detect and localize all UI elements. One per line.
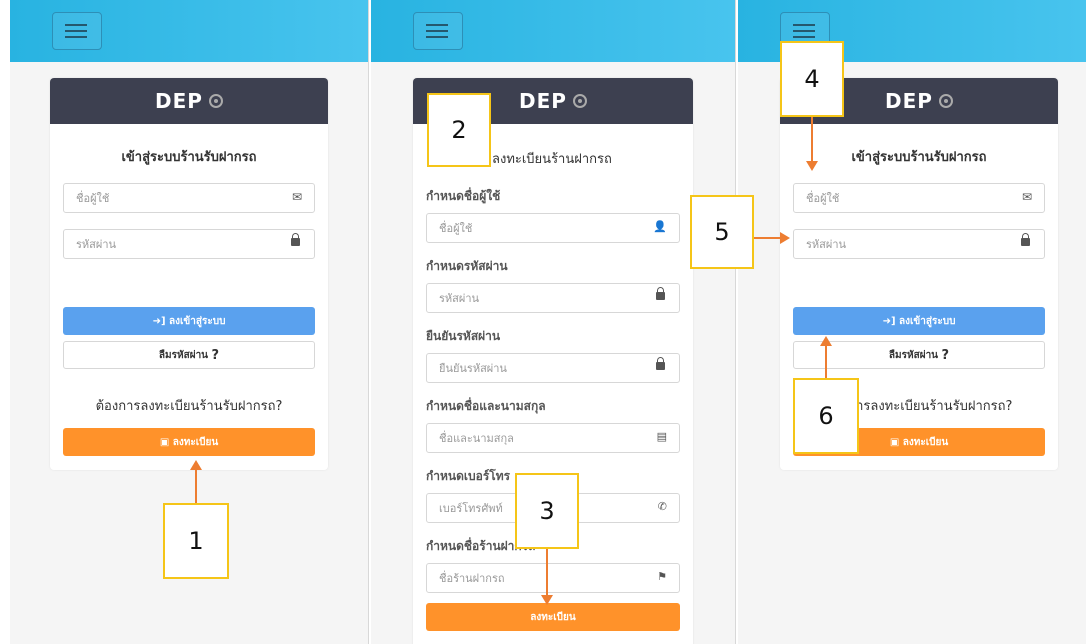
menu-toggle-button[interactable]	[413, 12, 463, 50]
login-title: เข้าสู่ระบบร้านรับฝากรถ	[851, 150, 987, 165]
register-field-input[interactable]: ชื่อร้านฝากรถ ⚑	[426, 563, 680, 593]
top-navbar	[10, 0, 368, 62]
username-input[interactable]: ชื่อผู้ใช้ ✉	[63, 183, 315, 213]
arrow-4-head	[806, 161, 818, 171]
forgot-password-button[interactable]: ลืมรหัสผ่าน ?	[63, 341, 315, 369]
password-input[interactable]: รหัสผ่าน	[793, 229, 1045, 259]
callout-5: 5	[690, 195, 754, 269]
sign-in-icon: ➜]	[882, 315, 899, 327]
question-icon: ?	[211, 347, 220, 363]
register-submit-button[interactable]: ลงทะเบียน	[426, 603, 680, 631]
brand-logo: DEP	[885, 89, 953, 113]
register-field-input[interactable]: ชื่อและนามสกุล ▤	[426, 423, 680, 453]
callout-6: 6	[793, 378, 859, 454]
menu-toggle-button[interactable]	[52, 12, 102, 50]
envelope-icon: ✉	[291, 190, 302, 204]
callout-1: 1	[163, 503, 229, 579]
login-card: DEP เข้าสู่ระบบร้านรับฝากรถ ชื่อผู้ใช้ ✉…	[50, 78, 328, 470]
register-field-input[interactable]: ยืนยันรหัสผ่าน	[426, 353, 680, 383]
register-question: ต้องการลงทะเบียนร้านรับฝากรถ?	[95, 399, 283, 414]
arrow-5-head	[780, 232, 790, 244]
lock-icon	[656, 287, 665, 300]
arrow-1-head	[190, 460, 202, 470]
login-title: เข้าสู่ระบบร้านรับฝากรถ	[121, 150, 257, 165]
register-field-label: ยืนยันรหัสผ่าน	[426, 329, 501, 343]
register-field-input[interactable]: ชื่อผู้ใช้ 👤	[426, 213, 680, 243]
id-card-icon: ▤	[656, 430, 667, 443]
login-button[interactable]: ➜] ลงเข้าสู่ระบบ	[793, 307, 1045, 335]
username-input[interactable]: ชื่อผู้ใช้ ✉	[793, 183, 1045, 213]
user-icon: 👤	[653, 220, 667, 233]
store-icon: ▣	[889, 436, 903, 448]
callout-4: 4	[780, 41, 844, 117]
register-button[interactable]: ▣ ลงทะเบียน	[63, 428, 315, 456]
logo-ring-icon	[572, 94, 587, 108]
lock-icon	[291, 233, 300, 246]
password-input[interactable]: รหัสผ่าน	[63, 229, 315, 259]
question-icon: ?	[941, 347, 950, 363]
logo-ring-icon	[208, 94, 223, 108]
sign-in-icon: ➜]	[152, 315, 169, 327]
brand-logo: DEP	[155, 89, 223, 113]
flag-icon: ⚑	[657, 570, 667, 583]
store-icon: ▣	[159, 436, 173, 448]
login-button[interactable]: ➜] ลงเข้าสู่ระบบ	[63, 307, 315, 335]
arrow-6	[825, 346, 827, 378]
arrow-3-head	[541, 595, 553, 605]
logo-ring-icon	[938, 94, 953, 108]
register-field-label: กำหนดรหัสผ่าน	[426, 259, 508, 273]
lock-icon	[1021, 233, 1030, 246]
arrow-4	[811, 117, 813, 161]
top-navbar	[371, 0, 735, 62]
register-field-input[interactable]: รหัสผ่าน	[426, 283, 680, 313]
arrow-5	[754, 237, 780, 239]
envelope-icon: ✉	[1021, 190, 1032, 204]
callout-2: 2	[427, 93, 491, 167]
phone-icon: ✆	[657, 500, 667, 513]
card-header: DEP	[50, 78, 328, 124]
brand-logo: DEP	[519, 89, 587, 113]
arrow-3	[546, 549, 548, 595]
lock-icon	[656, 357, 665, 370]
arrow-6-head	[820, 336, 832, 346]
register-field-label: กำหนดชื่อผู้ใช้	[426, 189, 501, 203]
callout-3: 3	[515, 473, 579, 549]
arrow-1	[195, 470, 197, 503]
register-field-label: กำหนดชื่อและนามสกุล	[426, 399, 546, 413]
